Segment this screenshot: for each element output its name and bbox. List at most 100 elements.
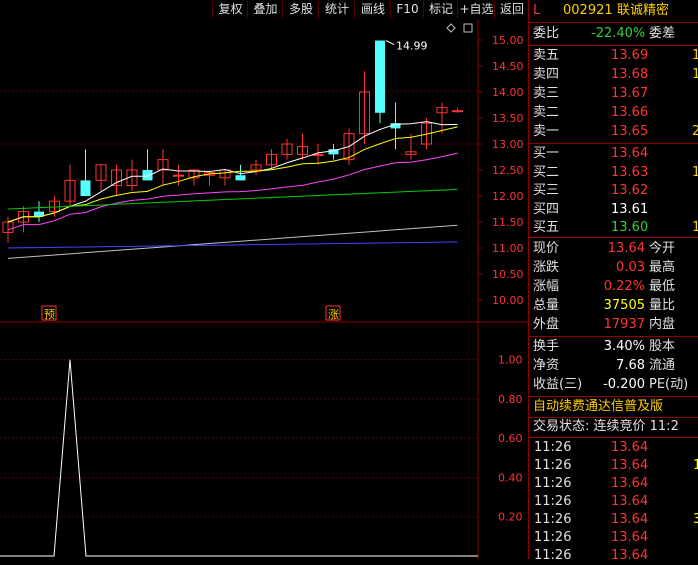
tick-row[interactable]: 11:26 13.64 <box>531 529 698 547</box>
buy-level-4: 买四 13.61 <box>531 201 698 219</box>
weibi-value: -22.40% <box>591 26 646 41</box>
tick-volume: 3 <box>693 512 698 527</box>
sell-level-2-label: 卖二 <box>533 105 560 120</box>
stat-label: 外盘 <box>533 317 560 332</box>
toolbar-button-2[interactable]: 多股 <box>282 1 319 18</box>
indicator-axis-label: 0.20 <box>498 511 523 524</box>
tick-time: 11:26 <box>534 530 572 545</box>
tick-price: 13.64 <box>611 512 649 527</box>
divider <box>529 22 698 23</box>
stat-row-1: 涨跌 0.03 最高 <box>531 259 698 277</box>
sell-level-1-price: 13.65 <box>611 124 649 139</box>
stat-label: 现价 <box>533 241 560 256</box>
stock-name: 联诚精密 <box>617 3 670 18</box>
peak-pointer <box>385 40 395 45</box>
stock-code: 002921 <box>563 3 613 18</box>
stat2-value: -0.200 <box>603 377 645 392</box>
stat2-label: 换手 <box>533 339 560 354</box>
stat-row-2: 涨幅 0.22% 最低 <box>531 278 698 296</box>
buy-level-5-label: 买五 <box>533 220 560 235</box>
candle-body-up <box>312 153 324 156</box>
stat-label: 总量 <box>533 298 560 313</box>
candle-body-down <box>80 180 91 196</box>
sell-level-2-price: 13.66 <box>611 105 649 120</box>
toolbar-button-0[interactable]: 复权 <box>212 1 248 18</box>
buy-level-2-price: 13.63 <box>611 164 649 180</box>
toolbar-button-4[interactable]: 画线 <box>354 1 391 18</box>
stat-row-4: 外盘 17937 内盘 <box>531 316 698 334</box>
stock-header: L 002921 联诚精密 <box>531 2 698 20</box>
trade-status-row: 交易状态: 连续竞价 11:2 <box>531 418 698 436</box>
sell-level-4-price: 13.68 <box>611 67 649 82</box>
indicator-line <box>0 359 478 557</box>
stat-label: 涨跌 <box>533 260 560 275</box>
sell-level-5-label: 卖五 <box>533 48 560 63</box>
candle-body-down <box>235 175 246 181</box>
divider <box>529 237 698 238</box>
tick-time: 11:26 <box>534 440 572 455</box>
price-axis-label: 13.00 <box>492 138 524 151</box>
stat-value: 0.03 <box>616 260 645 275</box>
buy-level-3: 买三 13.62 <box>531 182 698 200</box>
toolbar-button-6[interactable]: 标记 <box>423 1 458 18</box>
sell-level-4: 卖四 13.68 1( <box>531 66 698 84</box>
toolbar-button-5[interactable]: F10 <box>390 1 424 18</box>
peak-label: 14.99 <box>396 40 428 53</box>
price-axis-label: 15.00 <box>492 34 524 47</box>
weibi-label: 委比 <box>533 26 560 41</box>
quote-panel: L 002921 联诚精密 委比 -22.40% 委差 卖五 13.69 1 卖四 13… <box>528 0 698 563</box>
toolbar-button-7[interactable]: +自选 <box>457 1 495 18</box>
trade-status: 交易状态: 连续竞价 11:2 <box>533 419 679 434</box>
price-axis-label: 12.00 <box>492 190 524 203</box>
candle-body-down <box>142 170 153 181</box>
tick-row[interactable]: 11:26 13.64 <box>531 547 698 565</box>
chart-toolbar: 复权 叠加 多股 统计 画线 F10 标记 +自选 返回 <box>0 0 528 20</box>
divider <box>529 396 698 397</box>
tick-price: 13.64 <box>611 548 649 563</box>
tick-row[interactable]: 11:26 13.64 <box>531 493 698 511</box>
buy-level-2: 买二 13.63 1 <box>531 164 698 182</box>
tick-row[interactable]: 11:26 13.64 <box>531 439 698 457</box>
toolbar-button-8[interactable]: 返回 <box>494 1 529 18</box>
stat-label2: 今开 <box>649 241 676 256</box>
tick-time: 11:26 <box>534 548 572 563</box>
marker-yu: 预 <box>44 308 55 321</box>
candle-body-up <box>452 110 463 113</box>
price-axis-label: 10.00 <box>492 294 524 307</box>
stat-label: 涨幅 <box>533 279 560 294</box>
kline-chart-svg[interactable]: 15.00 14.50 14.00 13.50 13.00 12.50 12.00 11.50… <box>0 20 528 559</box>
divider <box>529 336 698 337</box>
tick-row[interactable]: 11:26 13.64 1 <box>531 457 698 475</box>
stat-label2: 最低 <box>649 279 676 294</box>
tick-row[interactable]: 11:26 13.64 <box>531 475 698 493</box>
tick-volume: 1 <box>693 458 698 473</box>
stat2-value: 7.68 <box>616 358 645 373</box>
sell-level-2: 卖二 13.66 <box>531 104 698 122</box>
tick-time: 11:26 <box>534 476 572 491</box>
sell-level-5-volume: 1 <box>692 48 698 63</box>
indicator-axis-label: 0.40 <box>498 471 523 484</box>
kline-chart[interactable]: 15.00 14.50 14.00 13.50 13.00 12.50 12.00 11.50… <box>0 20 528 559</box>
divider <box>529 143 698 144</box>
notice-row[interactable]: 自动续费通达信普及版 <box>531 398 698 416</box>
stat2-label: 净资 <box>533 358 560 373</box>
buy-level-3-label: 买三 <box>533 183 560 198</box>
sell-level-3-price: 13.67 <box>611 86 649 101</box>
marker-zhang: 涨 <box>328 308 339 321</box>
tick-price: 13.64 <box>611 494 649 509</box>
stat2-value: 3.40% <box>603 339 645 354</box>
stat-row-0: 现价 13.64 今开 <box>531 240 698 258</box>
toolbar-button-3[interactable]: 统计 <box>318 1 355 18</box>
buy-level-5: 买五 13.60 1 <box>531 219 698 237</box>
price-axis-label: 12.50 <box>492 164 524 177</box>
tick-row[interactable]: 11:26 13.64 3 <box>531 511 698 529</box>
price-axis-label: 14.00 <box>492 86 524 99</box>
stat2-label2: 股本 <box>649 339 676 354</box>
buy-level-5-volume: 1 <box>692 220 698 235</box>
indicator-axis-label: 1.00 <box>498 354 523 367</box>
sell-level-5-price: 13.69 <box>611 48 649 63</box>
notice-link[interactable]: 自动续费通达信普及版 <box>533 398 663 416</box>
stat-value: 13.64 <box>607 241 645 256</box>
stat-label2: 内盘 <box>649 317 676 332</box>
toolbar-button-1[interactable]: 叠加 <box>247 1 283 18</box>
